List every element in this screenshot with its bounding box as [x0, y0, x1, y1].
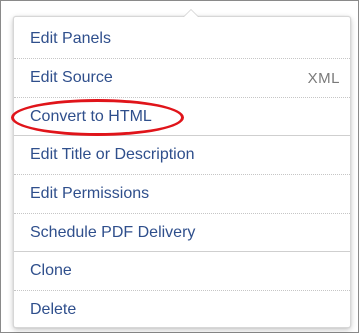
- menu-item-label: Edit Title or Description: [30, 146, 195, 163]
- menu-item-label: Delete: [30, 301, 77, 318]
- menu-item-label: Edit Permissions: [30, 185, 150, 202]
- menu-item-clone[interactable]: Clone: [14, 252, 350, 290]
- menu-item-label: Schedule PDF Delivery: [30, 224, 196, 241]
- menu-item-label: Edit Source: [30, 69, 113, 86]
- screenshot-frame: Edit Panels Edit Source XML Convert to H…: [0, 0, 359, 333]
- menu-item-delete[interactable]: Delete: [14, 291, 350, 329]
- xml-tag: XML: [307, 69, 340, 87]
- menu-item-edit-permissions[interactable]: Edit Permissions: [14, 175, 350, 213]
- menu-item-schedule-pdf-delivery[interactable]: Schedule PDF Delivery: [14, 214, 350, 252]
- menu-item-label: Clone: [30, 262, 72, 279]
- menu-item-edit-title-or-description[interactable]: Edit Title or Description: [14, 136, 350, 174]
- menu-item-label: Edit Panels: [30, 30, 111, 47]
- actions-dropdown-menu: Edit Panels Edit Source XML Convert to H…: [11, 9, 351, 329]
- menu-item-edit-panels[interactable]: Edit Panels: [14, 20, 350, 58]
- menu-item-convert-to-html[interactable]: Convert to HTML: [14, 98, 350, 136]
- menu-item-edit-source[interactable]: Edit Source XML: [14, 59, 350, 97]
- menu-item-label: Convert to HTML: [30, 108, 152, 125]
- menu-caret-icon: [183, 9, 199, 17]
